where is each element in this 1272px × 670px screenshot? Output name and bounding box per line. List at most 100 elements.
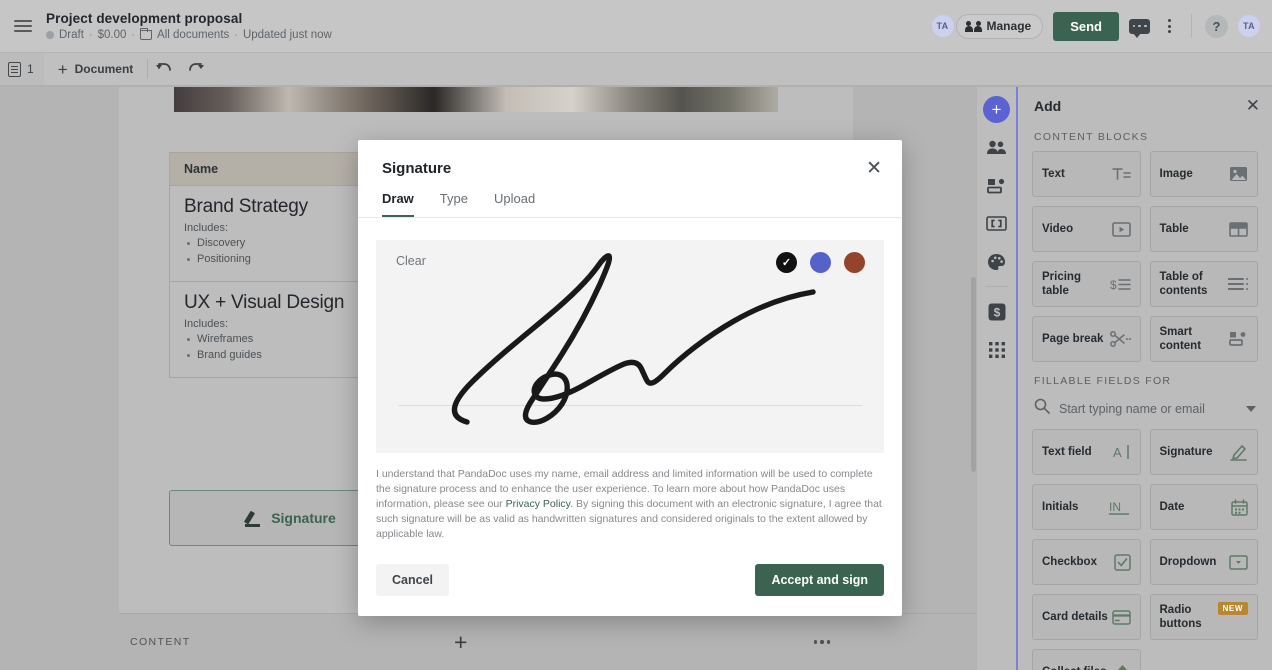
editor-toolbar: 1 + Document bbox=[0, 52, 1272, 86]
content-label: CONTENT bbox=[130, 636, 191, 648]
field-initials[interactable]: Initials IN bbox=[1032, 484, 1141, 530]
upload-icon bbox=[1114, 664, 1131, 670]
field-radio-buttons[interactable]: Radio buttons NEW bbox=[1149, 594, 1258, 640]
accept-and-sign-button[interactable]: Accept and sign bbox=[755, 564, 884, 596]
field-text-field[interactable]: Text field A bbox=[1032, 429, 1141, 475]
smart-content-icon[interactable] bbox=[983, 172, 1010, 199]
block-table-of-contents[interactable]: Table of contents bbox=[1149, 261, 1258, 307]
search-icon bbox=[1034, 398, 1050, 419]
video-icon bbox=[1111, 221, 1131, 237]
close-icon[interactable]: ✕ bbox=[866, 159, 882, 178]
block-label: Table bbox=[1159, 222, 1189, 235]
more-options-icon[interactable] bbox=[1160, 19, 1178, 33]
fillable-fields-label: FILLABLE FIELDS FOR bbox=[1034, 375, 1172, 387]
content-footer-bar: CONTENT + bbox=[119, 613, 985, 670]
block-label: Table of contents bbox=[1159, 270, 1208, 297]
block-video[interactable]: Video bbox=[1032, 206, 1141, 252]
tab-draw[interactable]: Draw bbox=[382, 191, 414, 217]
account-avatar[interactable]: TA bbox=[1238, 15, 1260, 37]
updated-timestamp: Updated just now bbox=[242, 29, 332, 41]
chevron-down-icon[interactable] bbox=[1246, 405, 1256, 412]
document-scrollbar[interactable] bbox=[971, 277, 976, 472]
modal-tabs: Draw Type Upload bbox=[358, 177, 902, 218]
hamburger-icon[interactable] bbox=[0, 20, 46, 32]
modal-title: Signature bbox=[382, 160, 452, 177]
pricing-table-icon: $ bbox=[1110, 277, 1131, 292]
recipient-search-input[interactable]: Start typing name or email bbox=[1018, 395, 1272, 429]
tab-upload[interactable]: Upload bbox=[494, 191, 535, 217]
status-badge: Draft bbox=[59, 29, 84, 41]
page-break-icon bbox=[1109, 331, 1131, 347]
add-block-icon[interactable]: + bbox=[983, 96, 1010, 123]
field-label: Date bbox=[1159, 500, 1185, 513]
block-image[interactable]: Image bbox=[1149, 151, 1258, 197]
field-label: Checkbox bbox=[1042, 555, 1097, 568]
credit-card-icon bbox=[1111, 609, 1131, 625]
block-label: Image bbox=[1159, 167, 1193, 180]
svg-text:$: $ bbox=[993, 305, 1000, 319]
block-smart-content[interactable]: Smart content bbox=[1149, 316, 1258, 362]
modal-footer: Cancel Accept and sign bbox=[358, 564, 902, 616]
divider bbox=[985, 286, 1008, 287]
comments-icon[interactable] bbox=[1129, 18, 1150, 38]
variables-icon[interactable] bbox=[983, 210, 1010, 237]
block-label: Page break bbox=[1042, 332, 1104, 345]
help-icon[interactable]: ? bbox=[1205, 14, 1228, 38]
page-count-button[interactable]: 1 bbox=[0, 53, 44, 85]
add-document-label: Document bbox=[74, 62, 134, 76]
table-icon bbox=[1229, 221, 1248, 237]
field-date[interactable]: Date bbox=[1149, 484, 1258, 530]
field-dropdown[interactable]: Dropdown bbox=[1149, 539, 1258, 585]
signature-pen-icon bbox=[1230, 444, 1248, 461]
block-text[interactable]: Text bbox=[1032, 151, 1141, 197]
editor-rail: + $ bbox=[977, 87, 1016, 670]
manage-button[interactable]: Manage bbox=[955, 13, 1044, 39]
meta-separator: · bbox=[88, 29, 93, 41]
svg-text:$: $ bbox=[1110, 278, 1117, 292]
block-label: Video bbox=[1042, 222, 1074, 235]
content-blocks-grid: Text Image Video Table Pricing table $ T… bbox=[1018, 151, 1272, 362]
field-signature[interactable]: Signature bbox=[1149, 429, 1258, 475]
image-icon bbox=[1229, 166, 1248, 182]
new-badge: NEW bbox=[1217, 602, 1248, 615]
text-field-icon: A bbox=[1113, 444, 1131, 460]
recipients-icon[interactable] bbox=[983, 134, 1010, 161]
close-icon[interactable]: ✕ bbox=[1246, 97, 1260, 114]
content-blocks-label: CONTENT BLOCKS bbox=[1034, 131, 1149, 143]
field-card-details[interactable]: Card details bbox=[1032, 594, 1141, 640]
add-content-button[interactable]: + bbox=[454, 630, 467, 654]
initials-icon: IN bbox=[1108, 499, 1131, 515]
theme-palette-icon[interactable] bbox=[983, 248, 1010, 275]
signature-draw-canvas[interactable]: Clear ✓ bbox=[376, 240, 884, 453]
send-button[interactable]: Send bbox=[1053, 11, 1119, 41]
document-meta: Draft · $0.00 · All documents · Updated … bbox=[46, 28, 332, 41]
legal-disclaimer: I understand that PandaDoc uses my name,… bbox=[358, 453, 902, 542]
block-table[interactable]: Table bbox=[1149, 206, 1258, 252]
pricing-icon[interactable]: $ bbox=[983, 298, 1010, 325]
manage-label: Manage bbox=[986, 19, 1032, 33]
field-label: Signature bbox=[1159, 445, 1213, 458]
signature-pen-icon bbox=[244, 510, 262, 527]
field-collect-files[interactable]: Collect files bbox=[1032, 649, 1141, 670]
table-of-contents-icon bbox=[1228, 277, 1248, 291]
divider bbox=[1191, 14, 1192, 38]
plus-icon: + bbox=[57, 59, 68, 79]
field-label: Initials bbox=[1042, 500, 1079, 513]
redo-icon[interactable] bbox=[180, 60, 212, 79]
privacy-policy-link[interactable]: Privacy Policy bbox=[506, 498, 571, 510]
content-more-options-icon[interactable] bbox=[813, 640, 830, 644]
dropdown-icon bbox=[1229, 554, 1248, 570]
undo-icon[interactable] bbox=[148, 60, 180, 79]
add-document-button[interactable]: + Document bbox=[44, 61, 148, 78]
cancel-button[interactable]: Cancel bbox=[376, 564, 449, 596]
block-pricing-table[interactable]: Pricing table $ bbox=[1032, 261, 1141, 307]
block-page-break[interactable]: Page break bbox=[1032, 316, 1141, 362]
apps-grid-icon[interactable] bbox=[983, 336, 1010, 363]
meta-separator: · bbox=[234, 29, 238, 41]
field-label: Text field bbox=[1042, 445, 1092, 458]
field-checkbox[interactable]: Checkbox bbox=[1032, 539, 1141, 585]
field-label: Radio buttons bbox=[1159, 603, 1202, 630]
folder-name[interactable]: All documents bbox=[157, 29, 229, 41]
avatar[interactable]: TA bbox=[931, 15, 954, 37]
tab-type[interactable]: Type bbox=[440, 191, 468, 217]
